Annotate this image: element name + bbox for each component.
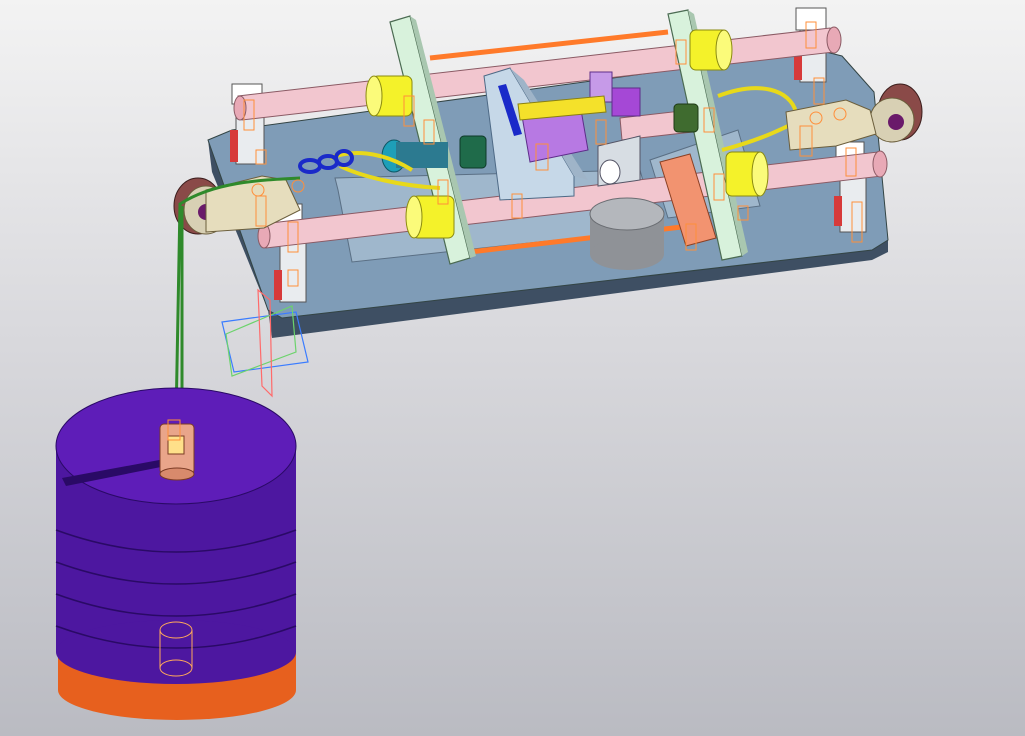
bushing-face: [405, 195, 423, 239]
bushing-rear-left[interactable]: [405, 195, 455, 239]
bushing-face: [715, 29, 733, 71]
bushing-rear-right[interactable]: [725, 151, 769, 197]
cad-viewport[interactable]: [0, 0, 1025, 736]
bushing-face: [365, 75, 383, 117]
pulley-axle: [888, 114, 904, 130]
support-cap: [795, 7, 827, 31]
red-pad: [274, 270, 282, 300]
red-pad: [230, 130, 238, 162]
actuator-cap: [611, 87, 641, 117]
model-scene: [55, 7, 923, 720]
red-pad: [794, 54, 802, 80]
hanger-pin: [167, 435, 185, 455]
shaft-collar-right[interactable]: [673, 103, 699, 133]
cylinder-bottom: [590, 238, 664, 270]
cylinder-top: [589, 197, 665, 231]
clamp-bore: [599, 159, 621, 185]
grey-cylinder[interactable]: [589, 197, 665, 270]
hanger-bottom: [159, 467, 195, 481]
red-pad: [834, 196, 842, 226]
collar-ring: [673, 103, 699, 133]
rod-end: [872, 150, 888, 178]
bushing-face: [751, 151, 769, 197]
weight-stack-bottom: [56, 620, 296, 684]
weight-stack[interactable]: [55, 387, 297, 720]
collar-ring: [459, 135, 487, 169]
bushing-front-right[interactable]: [689, 29, 733, 71]
rod-end: [826, 26, 842, 54]
triad-plane-yz: [257, 288, 273, 398]
